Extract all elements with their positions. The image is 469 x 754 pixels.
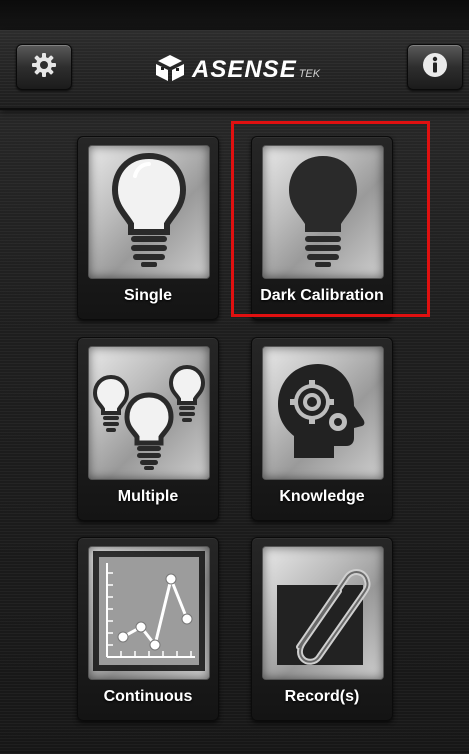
app-screen: ASENSE TEK Single Dark Calibration Multi… — [0, 0, 469, 754]
multiple-lightbulbs-icon — [91, 349, 207, 478]
records-label: Record(s) — [284, 688, 360, 705]
dark-calibration-highlight-box — [231, 121, 430, 317]
info-button[interactable] — [407, 44, 463, 90]
multiple-tile-face — [88, 346, 210, 480]
continuous-label: Continuous — [103, 688, 193, 705]
lightbulb-icon — [109, 150, 189, 275]
head-gears-icon — [268, 356, 378, 471]
logo-suffix: TEK — [298, 68, 321, 80]
multiple-label: Multiple — [117, 488, 179, 505]
status-strip — [0, 0, 469, 31]
cube-logo-icon — [152, 53, 188, 88]
paperclip-icon — [265, 549, 381, 678]
knowledge-tile[interactable]: Knowledge — [251, 337, 393, 521]
gear-icon — [30, 51, 58, 84]
line-chart-icon — [91, 549, 207, 678]
app-logo: ASENSE TEK — [152, 50, 332, 90]
records-tile-face — [262, 546, 384, 680]
single-label: Single — [123, 287, 172, 304]
single-tile[interactable]: Single — [77, 136, 219, 320]
single-tile-face — [88, 145, 210, 279]
knowledge-tile-face — [262, 346, 384, 480]
logo-text: ASENSE — [192, 56, 297, 83]
continuous-tile[interactable]: Continuous — [77, 537, 219, 721]
info-icon — [421, 51, 449, 84]
records-tile[interactable]: Record(s) — [251, 537, 393, 721]
settings-button[interactable] — [16, 44, 72, 90]
knowledge-label: Knowledge — [279, 488, 365, 505]
continuous-tile-face — [88, 546, 210, 680]
header-bar: ASENSE TEK — [0, 30, 469, 110]
multiple-tile[interactable]: Multiple — [77, 337, 219, 521]
